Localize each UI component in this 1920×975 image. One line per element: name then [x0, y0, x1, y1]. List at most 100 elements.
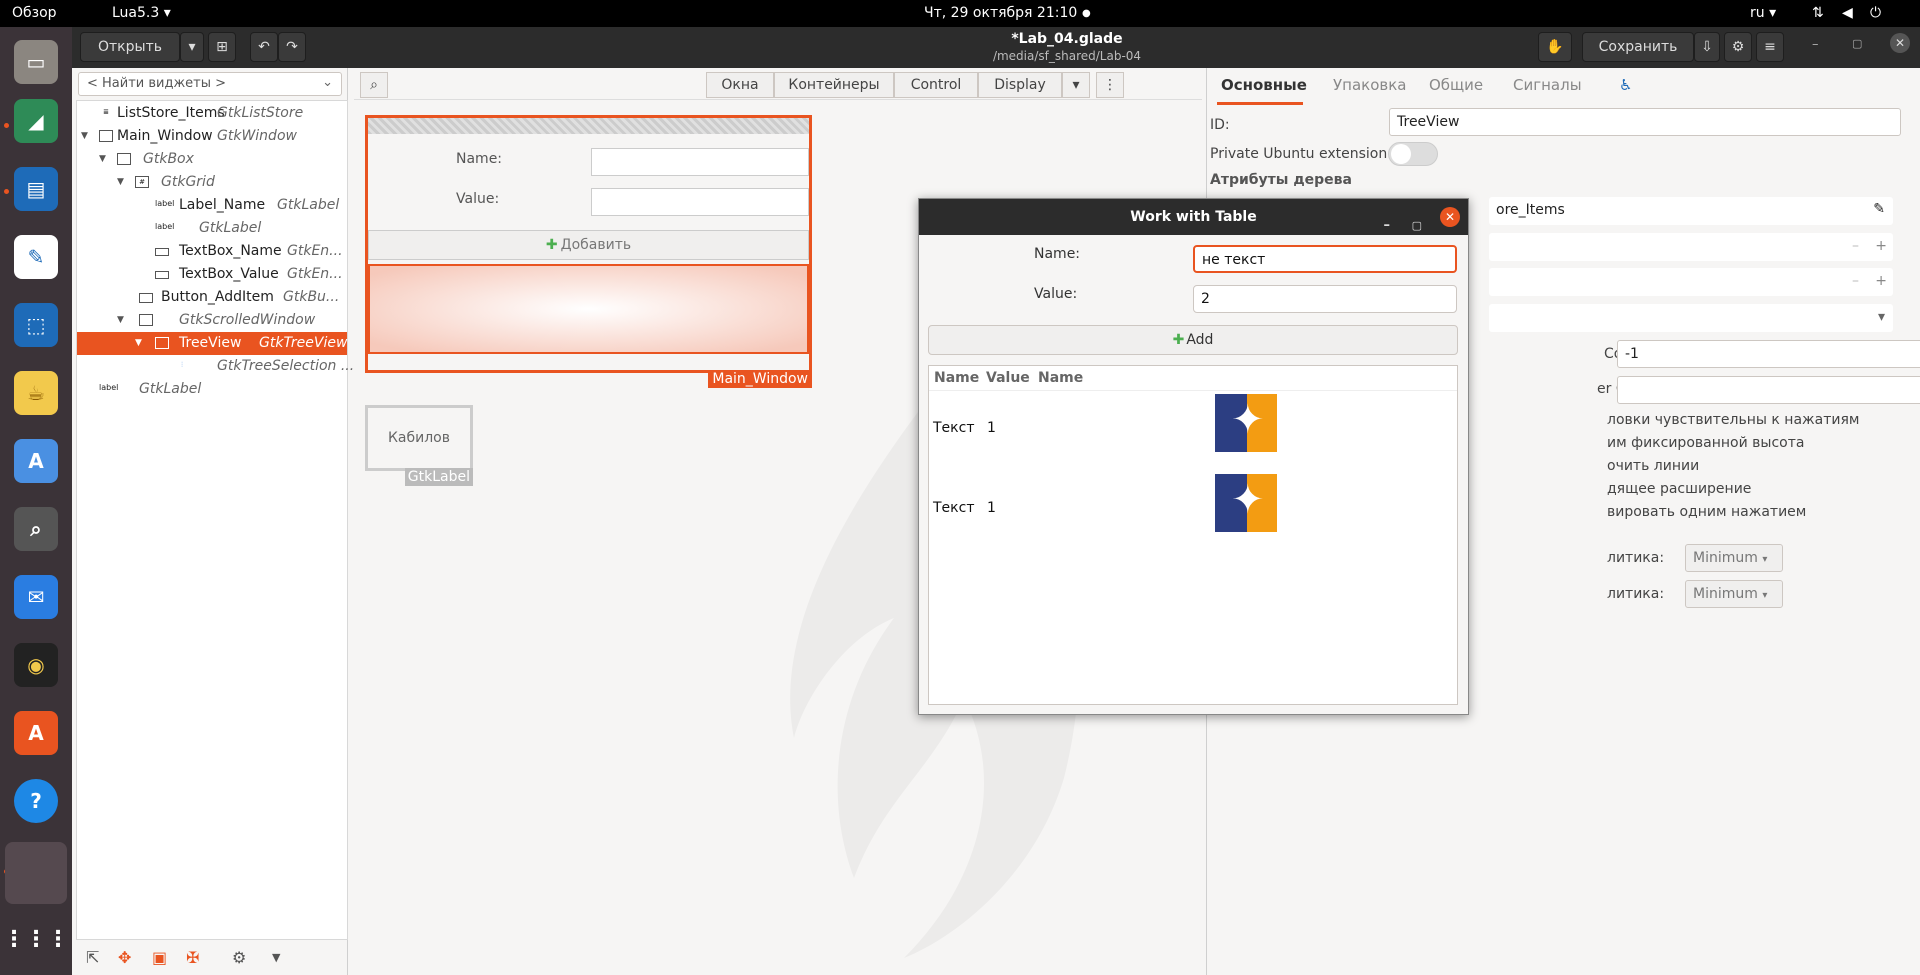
app-menu[interactable]: Lua5.3 ▾: [112, 5, 171, 21]
save-button[interactable]: Сохранить: [1582, 32, 1694, 62]
volume-icon[interactable]: ◀: [1842, 5, 1853, 21]
hscroll-policy-select[interactable]: Minimum ▾: [1685, 544, 1783, 572]
undo-icon[interactable]: ↶: [250, 32, 278, 62]
check-fixed-height[interactable]: им фиксированной высота: [1607, 435, 1804, 451]
tab-control[interactable]: Control: [894, 72, 978, 98]
new-file-icon[interactable]: ⊞: [208, 32, 236, 62]
check-hover-expand[interactable]: дящее расширение: [1607, 481, 1751, 497]
tree-row[interactable]: TextBox_Value GtkEn...: [77, 263, 347, 286]
id-field[interactable]: TreeView: [1389, 108, 1901, 136]
open-menu-chevron-icon[interactable]: ▾: [180, 32, 204, 62]
tree-row[interactable]: ▼ GtkScrolledWindow: [77, 309, 347, 332]
minimize-icon[interactable]: –: [1812, 37, 1819, 52]
magnifier-icon[interactable]: ⌕: [14, 507, 58, 551]
check-activate-on-single-click[interactable]: вировать одним нажатием: [1607, 504, 1806, 520]
table-row[interactable]: Текст 1 ✦: [929, 392, 1457, 470]
document-icon[interactable]: ▤: [14, 167, 58, 211]
tree-row[interactable]: Button_AddItem GtkBu...: [77, 286, 347, 309]
palette-search-icon[interactable]: ⌕: [360, 72, 388, 98]
tab-common[interactable]: Общие: [1429, 76, 1483, 94]
tree-row[interactable]: label GtkLabel: [77, 378, 347, 401]
tree-row[interactable]: ▼ GtkBox: [77, 148, 347, 171]
tab-containers[interactable]: Контейнеры: [774, 72, 894, 98]
tree-row[interactable]: ▼ # GtkGrid: [77, 171, 347, 194]
tree-row-selected[interactable]: ▼ TreeView GtkTreeView: [77, 332, 347, 355]
tree-row[interactable]: ⫶ GtkTreeSelection ...: [77, 355, 354, 378]
settings-gear-icon[interactable]: ⚙: [1724, 32, 1752, 62]
palette-menu-icon[interactable]: ⋮: [1096, 72, 1124, 98]
add-item-button[interactable]: ✚ Добавить: [368, 230, 809, 260]
help-icon[interactable]: ?: [14, 779, 58, 823]
tab-display[interactable]: Display: [978, 72, 1062, 98]
mail-icon[interactable]: ✉: [14, 575, 58, 619]
close-icon[interactable]: ✕: [1440, 207, 1460, 227]
widget-tree[interactable]: ≣ ListStore_Items GtkListStore ▼ Main_Windo…: [76, 100, 354, 940]
model-field[interactable]: ore_Items ✎: [1489, 197, 1893, 225]
column-header-value[interactable]: Value: [981, 366, 1030, 390]
tree-row[interactable]: ≣ ListStore_Items GtkListStore: [77, 102, 347, 125]
screenshot-icon[interactable]: ⬚: [14, 303, 58, 347]
tab-signals[interactable]: Сигналы: [1513, 76, 1582, 94]
check-rules-hint[interactable]: очить линии: [1607, 458, 1699, 474]
label-widget-preview[interactable]: Кабилов GtkLabel: [365, 405, 473, 486]
align-edit-icon[interactable]: ✠: [186, 948, 199, 967]
tab-general[interactable]: Основные: [1221, 76, 1307, 94]
edit-pencil-icon[interactable]: ✎: [1873, 201, 1885, 217]
maximize-icon[interactable]: ▢: [1412, 208, 1422, 244]
language-indicator[interactable]: ru ▾: [1750, 5, 1776, 21]
save-as-icon[interactable]: ⇩: [1694, 32, 1720, 62]
drag-resize-icon[interactable]: ✥: [118, 948, 131, 967]
minimize-icon[interactable]: –: [1384, 208, 1391, 244]
vscroll-policy-select[interactable]: Minimum ▾: [1685, 580, 1783, 608]
dialog-titlebar[interactable]: Work with Table – ▢ ✕: [919, 199, 1468, 235]
app-grid-icon[interactable]: ⋮⋮⋮: [3, 917, 69, 961]
name-input[interactable]: не текст: [1193, 245, 1457, 273]
tab-windows[interactable]: Окна: [706, 72, 774, 98]
chevron-down-icon[interactable]: ⌄: [322, 75, 333, 90]
overview-button[interactable]: Обзор: [12, 5, 57, 21]
name-entry[interactable]: [591, 148, 809, 176]
margin-edit-icon[interactable]: ▣: [152, 948, 167, 967]
teapot-icon[interactable]: ☕: [14, 371, 58, 415]
search-column-field[interactable]: -1–+: [1617, 340, 1920, 368]
value-input[interactable]: 2: [1193, 285, 1457, 313]
column-header-name[interactable]: Name: [929, 366, 979, 390]
software-icon[interactable]: A: [14, 711, 58, 755]
combo-field[interactable]: ▾: [1489, 304, 1893, 332]
tree-row[interactable]: label GtkLabel: [77, 217, 347, 240]
add-button[interactable]: ✚ Add: [928, 325, 1458, 355]
column-header-image[interactable]: Name: [1033, 366, 1083, 390]
spin-field[interactable]: – +: [1489, 233, 1893, 261]
open-button[interactable]: Открыть: [80, 32, 180, 62]
pointer-icon[interactable]: ⇱: [86, 948, 99, 967]
translate-icon[interactable]: A: [14, 439, 58, 483]
network-icon[interactable]: ⇅: [1812, 5, 1824, 21]
widget-search-input[interactable]: < Найти виджеты > ⌄: [78, 72, 342, 96]
preferences-icon[interactable]: ⚙: [232, 948, 246, 967]
files-icon[interactable]: ▭: [14, 40, 58, 84]
tooltip-column-field[interactable]: ✎: [1617, 376, 1920, 404]
close-icon[interactable]: ✕: [1890, 33, 1910, 53]
tree-row[interactable]: TextBox_Name GtkEn...: [77, 240, 347, 263]
table-row[interactable]: Текст 1 ✦: [929, 472, 1457, 550]
hamburger-menu-icon[interactable]: ≡: [1756, 32, 1784, 62]
work-with-table-dialog[interactable]: Work with Table – ▢ ✕ Name: не текст Val…: [918, 198, 1469, 715]
inspect-hand-icon[interactable]: ✋: [1538, 32, 1572, 62]
tree-row[interactable]: label Label_Name GtkLabel: [77, 194, 347, 217]
text-editor-icon[interactable]: ✎: [14, 235, 58, 279]
tree-row[interactable]: ▼ Main_Window GtkWindow: [77, 125, 347, 148]
value-entry[interactable]: [591, 188, 809, 216]
items-treeview[interactable]: Name Value Name Текст 1 ✦ Текст 1 ✦: [928, 365, 1458, 705]
power-icon[interactable]: ⏻: [1870, 5, 1881, 21]
chevron-down-icon[interactable]: ▼: [272, 951, 280, 964]
music-icon[interactable]: ◉: [14, 643, 58, 687]
private-extension-toggle[interactable]: [1388, 142, 1438, 166]
palette-more-icon[interactable]: ▾: [1062, 72, 1090, 98]
maximize-icon[interactable]: ▢: [1852, 37, 1862, 50]
glade-app-icon[interactable]: [5, 842, 67, 904]
accessibility-icon[interactable]: ♿: [1619, 76, 1632, 94]
check-headers-clickable[interactable]: ловки чувствительны к нажатиям: [1607, 412, 1859, 428]
redo-icon[interactable]: ↷: [278, 32, 306, 62]
spreadsheet-icon[interactable]: ◢: [14, 99, 58, 143]
spin-field[interactable]: – +: [1489, 268, 1893, 296]
